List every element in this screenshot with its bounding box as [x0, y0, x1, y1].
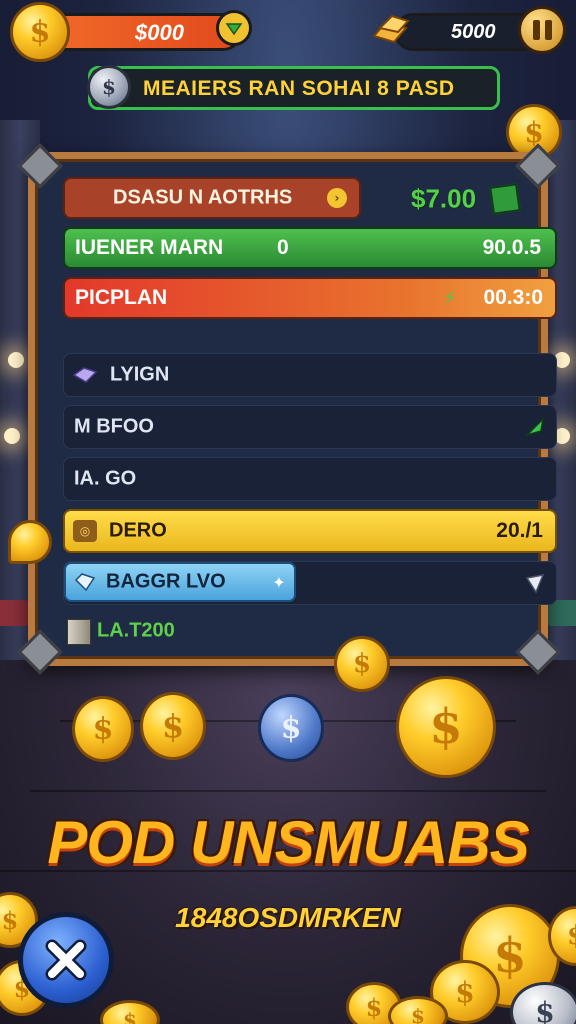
gem-icon: [74, 572, 96, 592]
lightning-icon: ⚡: [443, 287, 457, 309]
game-scene: $000 $ 5000 $ MEAIERS RAN SOHAI 8 PASD $…: [0, 0, 576, 1024]
diamond-icon: [524, 572, 546, 594]
item-label: DERO: [109, 519, 167, 542]
item-row-8[interactable]: BAGGR LVO ✦: [63, 561, 557, 605]
item-label: LYIGN: [110, 363, 170, 386]
coin-icon: $: [334, 636, 390, 692]
shop-panel: DSASU N AOTRHS › $7.00 IUENER MARN 0 90.…: [28, 152, 557, 666]
item-row-6[interactable]: IA. GO: [63, 457, 557, 501]
blue-coin-icon: $: [258, 694, 324, 762]
coin-icon: [8, 520, 52, 564]
bench: [0, 600, 30, 626]
item-row-5[interactable]: M BFOO: [63, 405, 557, 449]
arrow-right-icon: ›: [327, 188, 347, 208]
quest-banner: $ MEAIERS RAN SOHAI 8 PASD: [87, 65, 500, 110]
item-row-4[interactable]: LYIGN: [63, 353, 557, 397]
item-label: IA. GO: [74, 467, 137, 490]
pause-icon: [532, 20, 540, 40]
coin-icon: $: [140, 692, 206, 760]
sparkle-icon: ✦: [272, 572, 286, 592]
coin-icon: $: [10, 2, 70, 62]
leaf-icon: [524, 416, 546, 438]
add-coins-button[interactable]: [216, 10, 252, 46]
item-label: M BFOO: [74, 415, 154, 438]
item-row-7[interactable]: ◎ DERO 20./1: [63, 509, 557, 553]
pause-button[interactable]: [518, 6, 566, 54]
offer-value: 00.3:0: [483, 286, 543, 309]
item-highlight: BAGGR LVO ✦: [64, 562, 296, 602]
coin-icon: $: [72, 696, 134, 762]
offer-price: $7.00: [411, 183, 477, 214]
gem-counter-value: 5000: [451, 21, 496, 43]
close-button[interactable]: [18, 912, 114, 1008]
gold-bars-icon: [370, 8, 412, 50]
books-icon: [67, 619, 91, 645]
close-icon: [45, 939, 87, 981]
offer-row-2[interactable]: IUENER MARN 0 90.0.5: [63, 227, 557, 269]
crystal-icon: [72, 366, 98, 384]
offer-label: PICPLAN: [75, 286, 168, 309]
offer-row-3[interactable]: PICPLAN ⚡ 00.3:0: [63, 277, 557, 319]
wall-light: [8, 352, 24, 368]
offer-label: DSASU N AOTRHS: [113, 186, 293, 209]
offer-row-1[interactable]: DSASU N AOTRHS ›: [63, 177, 361, 219]
camera-icon: ◎: [73, 520, 97, 542]
coin-icon: $: [396, 676, 496, 778]
coin-counter-value: $000: [135, 20, 184, 45]
cash-icon: [489, 183, 521, 215]
item-label: LA.T200: [97, 619, 175, 642]
item-value: 20./1: [496, 519, 543, 542]
offer-value: 90.0.5: [482, 236, 541, 259]
silver-coin-icon: $: [87, 65, 131, 109]
banner-text: MEAIERS RAN SOHAI 8 PASD: [143, 77, 455, 100]
item-label: BAGGR LVO: [106, 570, 226, 593]
promo-title: POD UNSMUABS: [47, 809, 529, 876]
arrow-down-icon: [225, 23, 243, 36]
wall-light: [4, 428, 20, 444]
offer-count: 0: [277, 236, 289, 259]
offer-label: IUENER MARN: [75, 236, 224, 259]
